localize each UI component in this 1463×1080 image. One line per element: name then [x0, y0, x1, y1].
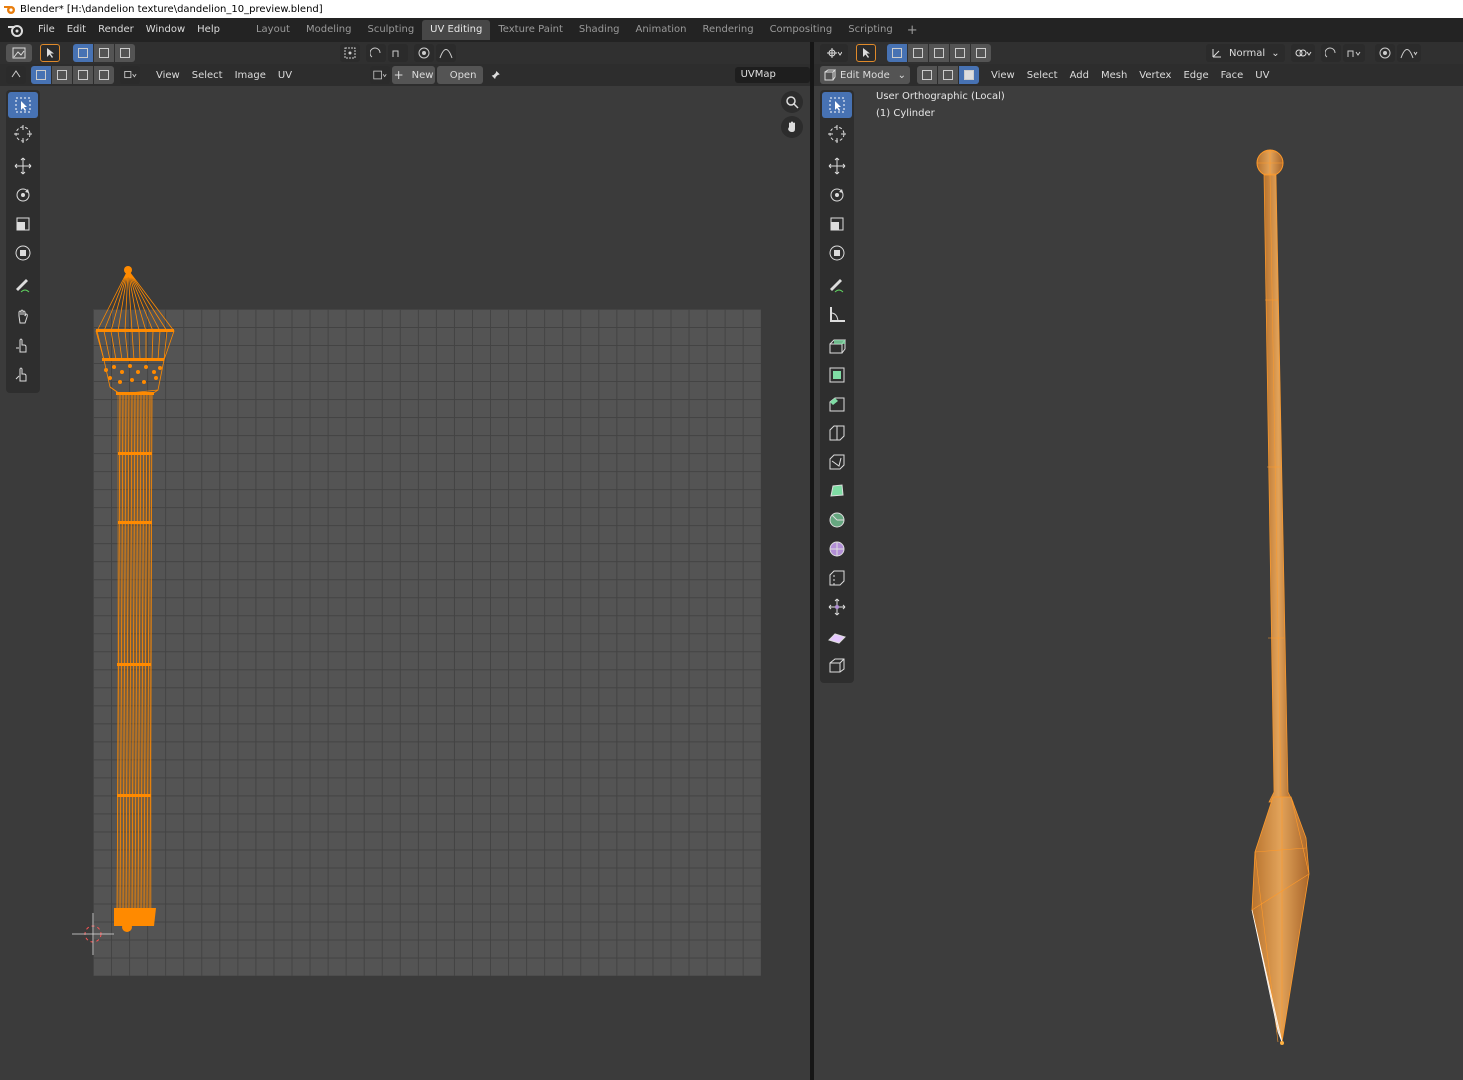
- pinch-hand-icon: [15, 367, 27, 382]
- tool-select-box[interactable]: [8, 92, 38, 118]
- grab-hand-icon: [18, 309, 28, 324]
- tool-transform[interactable]: [8, 240, 38, 266]
- viewport-area: Normal ⌄ Edit Mode ⌄ View Select Add Mes…: [814, 42, 1463, 1080]
- blender-menu-icon[interactable]: [6, 20, 26, 40]
- zoom-view-button[interactable]: [781, 91, 803, 113]
- annotate-pencil-icon: [16, 279, 30, 293]
- tab-layout[interactable]: Layout: [248, 20, 298, 40]
- tool-cursor[interactable]: [8, 121, 38, 147]
- mesh-tip-vertex: [1280, 1041, 1284, 1045]
- tool-annotate[interactable]: [8, 272, 38, 298]
- tab-rendering[interactable]: Rendering: [694, 20, 761, 40]
- workspace-tabs: Layout Modeling Sculpting UV Editing Tex…: [248, 20, 924, 40]
- scale-icon: [16, 217, 30, 231]
- menu-render[interactable]: Render: [92, 18, 140, 42]
- tool-scale[interactable]: [8, 211, 38, 237]
- uv-top-vertex: [124, 266, 132, 274]
- uv-2d-cursor-icon[interactable]: [72, 913, 114, 955]
- uv-ring-7: [117, 794, 151, 797]
- window-title: Blender* [H:\dandelion texture\dandelion…: [20, 3, 323, 15]
- tool-pinch[interactable]: [8, 362, 38, 388]
- tool-grab[interactable]: [8, 304, 38, 330]
- mesh-object-cylinder[interactable]: [814, 42, 1463, 1080]
- tab-animation[interactable]: Animation: [628, 20, 695, 40]
- select-box-icon: [15, 97, 31, 113]
- cursor-icon: [14, 125, 32, 143]
- tab-texture-paint[interactable]: Texture Paint: [490, 20, 571, 40]
- top-bar: File Edit Render Window Help Layout Mode…: [0, 18, 1463, 42]
- relax-hand-icon: [16, 338, 27, 353]
- uv-toolbar: [6, 90, 40, 393]
- window-titlebar: Blender* [H:\dandelion texture\dandelion…: [0, 0, 1463, 18]
- uv-stem-fill: [117, 394, 152, 912]
- uv-ring-4: [118, 452, 152, 455]
- tab-shading[interactable]: Shading: [571, 20, 628, 40]
- tool-relax[interactable]: [8, 333, 38, 359]
- add-workspace-button[interactable]: +: [901, 23, 924, 38]
- uv-bottom-vertex: [122, 922, 132, 932]
- uv-ring-2: [102, 358, 164, 361]
- tab-compositing[interactable]: Compositing: [762, 20, 841, 40]
- blender-logo-icon: [4, 6, 15, 14]
- menu-edit[interactable]: Edit: [61, 18, 92, 42]
- uv-island-layout[interactable]: [0, 42, 810, 1080]
- menu-help[interactable]: Help: [191, 18, 226, 42]
- tool-move[interactable]: [8, 153, 38, 179]
- pan-view-button[interactable]: [781, 116, 803, 138]
- tab-sculpting[interactable]: Sculpting: [359, 20, 422, 40]
- move-icon: [14, 157, 32, 175]
- tab-scripting[interactable]: Scripting: [840, 20, 900, 40]
- uv-ring-6: [117, 663, 151, 666]
- tab-modeling[interactable]: Modeling: [298, 20, 360, 40]
- uv-ring-5: [118, 521, 152, 524]
- rotate-icon: [16, 188, 30, 202]
- mesh-stem: [1263, 174, 1294, 803]
- zoom-icon: [786, 96, 799, 109]
- mesh-spindle: [1251, 796, 1310, 1043]
- transform-icon: [15, 245, 31, 261]
- uv-ring-1: [96, 329, 174, 332]
- menu-file[interactable]: File: [32, 18, 61, 42]
- tab-uv-editing[interactable]: UV Editing: [422, 20, 491, 40]
- menu-window[interactable]: Window: [140, 18, 191, 42]
- tool-rotate[interactable]: [8, 182, 38, 208]
- hand-icon: [788, 121, 795, 132]
- uv-editor-area: View Select Image UV + New Open UVMap: [0, 42, 810, 1080]
- uv-ring-3: [116, 392, 154, 395]
- uv-bottom-cluster: [114, 908, 156, 926]
